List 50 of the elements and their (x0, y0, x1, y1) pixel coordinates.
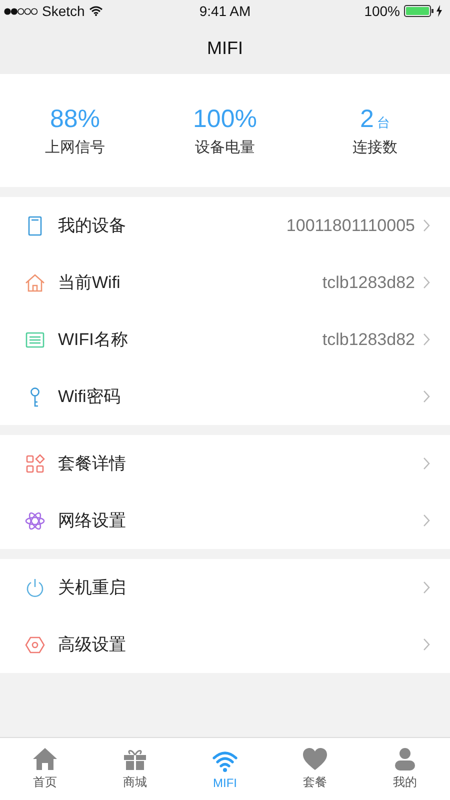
menu-label: 网络设置 (58, 510, 126, 532)
menu-label: 关机重启 (58, 577, 126, 599)
tab[interactable]: 首页 (0, 738, 90, 800)
stat-label: 上网信号 (45, 138, 105, 156)
menu-label: 我的设备 (58, 215, 126, 237)
stat-unit: 台 (376, 114, 390, 132)
wifi-icon (88, 6, 103, 16)
menu-row[interactable]: WIFI名称 tclb1283d82 (0, 311, 450, 368)
stat-value: 100% (193, 104, 257, 134)
gift-icon (122, 747, 148, 771)
tab[interactable]: 我的 (360, 738, 450, 800)
battery-icon (404, 5, 444, 17)
menu-value: tclb1283d82 (322, 330, 415, 350)
menu-row[interactable]: Wifi密码 (0, 368, 450, 425)
menu-row[interactable]: 网络设置 (0, 492, 450, 549)
chevron-icon (423, 457, 430, 470)
menu-row[interactable]: 我的设备 10011801110005 (0, 197, 450, 254)
stat-value: 2 (360, 104, 374, 134)
menu-label: 套餐详情 (58, 453, 126, 475)
menu-label: 当前Wifi (58, 272, 120, 294)
chevron-icon (423, 638, 430, 651)
chevron-icon (423, 219, 430, 232)
menu-label: Wifi密码 (58, 386, 120, 408)
heart-icon (302, 747, 328, 771)
wifi-icon (212, 748, 238, 772)
stat-label: 连接数 (352, 138, 398, 156)
menu-row[interactable]: 当前Wifi tclb1283d82 (0, 254, 450, 311)
menu-value: 10011801110005 (286, 216, 415, 236)
menu-row[interactable]: 套餐详情 (0, 435, 450, 492)
status-time: 9:41 AM (199, 3, 251, 19)
chevron-icon (423, 514, 430, 527)
menu-label: WIFI名称 (58, 329, 128, 351)
menu-row[interactable]: 高级设置 (0, 616, 450, 673)
chevron-icon (423, 276, 430, 289)
home-icon (32, 747, 58, 771)
signal-icon (4, 8, 38, 14)
chevron-icon (423, 390, 430, 403)
chevron-icon (423, 581, 430, 594)
tab[interactable]: 套餐 (270, 738, 360, 800)
tab[interactable]: 商城 (90, 738, 180, 800)
menu-value: tclb1283d82 (322, 272, 415, 292)
battery-percent: 100% (364, 3, 400, 19)
menu-label: 高级设置 (58, 634, 126, 656)
carrier-name: Sketch (42, 3, 85, 19)
stat-label: 设备电量 (195, 138, 255, 156)
nav-title: MIFI (207, 38, 243, 58)
menu-row[interactable]: 关机重启 (0, 559, 450, 616)
chevron-icon (423, 333, 430, 346)
stat-value: 88% (50, 104, 100, 134)
person-icon (392, 747, 418, 771)
